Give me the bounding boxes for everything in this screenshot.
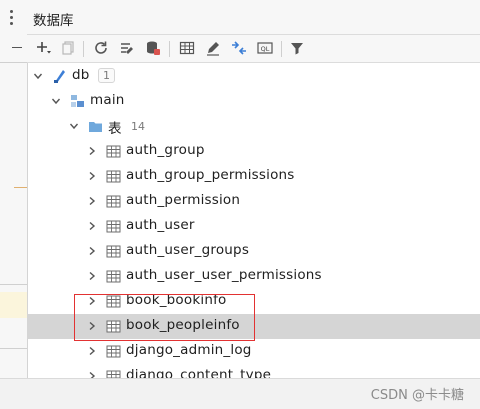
table-label: auth_group_permissions: [126, 167, 295, 183]
table-icon: [106, 294, 121, 309]
table-view-button[interactable]: [178, 39, 196, 57]
table-label: auth_permission: [126, 192, 241, 208]
database-tree: db 1 main 表 14 auth_group auth_group_per…: [27, 62, 480, 378]
table-icon: [106, 244, 121, 259]
tree-node-table[interactable]: auth_user_user_permissions: [27, 264, 480, 289]
table-label: auth_user: [126, 217, 195, 233]
left-gutter: [0, 0, 28, 408]
folder-icon: [88, 119, 103, 134]
arrows-icon: [232, 41, 246, 55]
panel-title: 数据库: [33, 13, 74, 29]
tree-node-main[interactable]: main: [27, 89, 480, 114]
chevron-right-icon[interactable]: [86, 294, 98, 308]
table-icon: [106, 344, 121, 359]
ql-label: QL: [261, 45, 270, 53]
tree-node-table[interactable]: auth_user: [27, 214, 480, 239]
chevron-right-icon[interactable]: [86, 169, 98, 183]
table-icon: [106, 319, 121, 334]
panel-header: 数据库: [27, 0, 480, 35]
copy-button[interactable]: [59, 39, 77, 57]
gutter-marker: [14, 187, 27, 188]
tree-node-table[interactable]: auth_group: [27, 139, 480, 164]
chevron-down-icon[interactable]: [32, 69, 44, 83]
copy-icon: [62, 41, 74, 55]
gutter-divider: [0, 284, 27, 285]
table-icon: [106, 169, 121, 184]
tree-node-label: 表: [108, 121, 122, 137]
chevron-right-icon[interactable]: [86, 369, 98, 378]
database-icon: [52, 69, 67, 84]
table-label: auth_user_user_permissions: [126, 267, 322, 283]
table-icon: [106, 194, 121, 209]
gutter-divider: [0, 348, 27, 349]
table-label: book_bookinfo: [126, 292, 227, 308]
table-icon: [106, 219, 121, 234]
funnel-icon: [291, 43, 303, 55]
table-icon: [179, 41, 195, 55]
tree-node-db[interactable]: db 1: [27, 64, 480, 89]
chevron-right-icon[interactable]: [86, 219, 98, 233]
refresh-icon: [95, 41, 107, 54]
chevron-down-icon[interactable]: [50, 94, 62, 108]
tree-node-tables-folder[interactable]: 表 14: [27, 114, 480, 139]
chevron-down-icon[interactable]: [68, 119, 80, 133]
schema-icon: [70, 94, 85, 109]
chevron-right-icon[interactable]: [86, 269, 98, 283]
table-label: book_peopleinfo: [126, 317, 240, 333]
tree-node-label: main: [90, 92, 125, 108]
chevron-right-icon[interactable]: [86, 319, 98, 333]
jump-button[interactable]: [230, 39, 248, 57]
gutter-divider: [0, 62, 27, 63]
status-bar: CSDN @卡卡糖: [0, 378, 480, 409]
edit-button[interactable]: [204, 39, 222, 57]
chevron-right-icon[interactable]: [86, 194, 98, 208]
table-icon: [106, 269, 121, 284]
collapse-icon[interactable]: [12, 47, 22, 48]
count-badge: 1: [98, 68, 115, 83]
tree-node-table[interactable]: django_admin_log: [27, 339, 480, 364]
toolbar-separator: [169, 41, 170, 57]
drag-handle-icon[interactable]: [10, 10, 13, 28]
toolbar-separator: [281, 41, 282, 57]
table-icon: [106, 369, 121, 378]
table-icon: [106, 144, 121, 159]
chevron-right-icon[interactable]: [86, 344, 98, 358]
table-label: auth_group: [126, 142, 205, 158]
tree-node-table[interactable]: auth_user_groups: [27, 239, 480, 264]
table-label: auth_user_groups: [126, 242, 250, 258]
ql-console-icon: QL: [257, 42, 273, 54]
chevron-right-icon[interactable]: [86, 244, 98, 258]
tree-node-table[interactable]: auth_group_permissions: [27, 164, 480, 189]
database-button[interactable]: [144, 39, 162, 57]
toolbar: QL: [27, 35, 480, 63]
refresh-button[interactable]: [92, 39, 110, 57]
chevron-right-icon[interactable]: [86, 144, 98, 158]
query-console-button[interactable]: QL: [256, 39, 274, 57]
watermark: CSDN @卡卡糖: [370, 388, 464, 403]
tree-node-table-selected[interactable]: book_peopleinfo: [27, 314, 480, 339]
filter-button[interactable]: [288, 39, 306, 57]
pencil-icon: [207, 42, 219, 56]
toolbar-separator: [83, 41, 84, 57]
gutter-highlight: [0, 292, 27, 318]
tree-node-label: db: [72, 67, 90, 83]
wrench-icon: [121, 43, 133, 54]
database-icon: [147, 41, 160, 55]
add-button[interactable]: [35, 39, 53, 57]
table-label: django_content_type: [126, 367, 272, 378]
table-label: django_admin_log: [126, 342, 252, 358]
tree-node-table[interactable]: django_content_type: [27, 364, 480, 378]
tree-node-table[interactable]: book_bookinfo: [27, 289, 480, 314]
count-label: 14: [131, 120, 145, 133]
plus-icon: [37, 42, 51, 54]
tree-node-table[interactable]: auth_permission: [27, 189, 480, 214]
data-source-properties-button[interactable]: [118, 39, 136, 57]
